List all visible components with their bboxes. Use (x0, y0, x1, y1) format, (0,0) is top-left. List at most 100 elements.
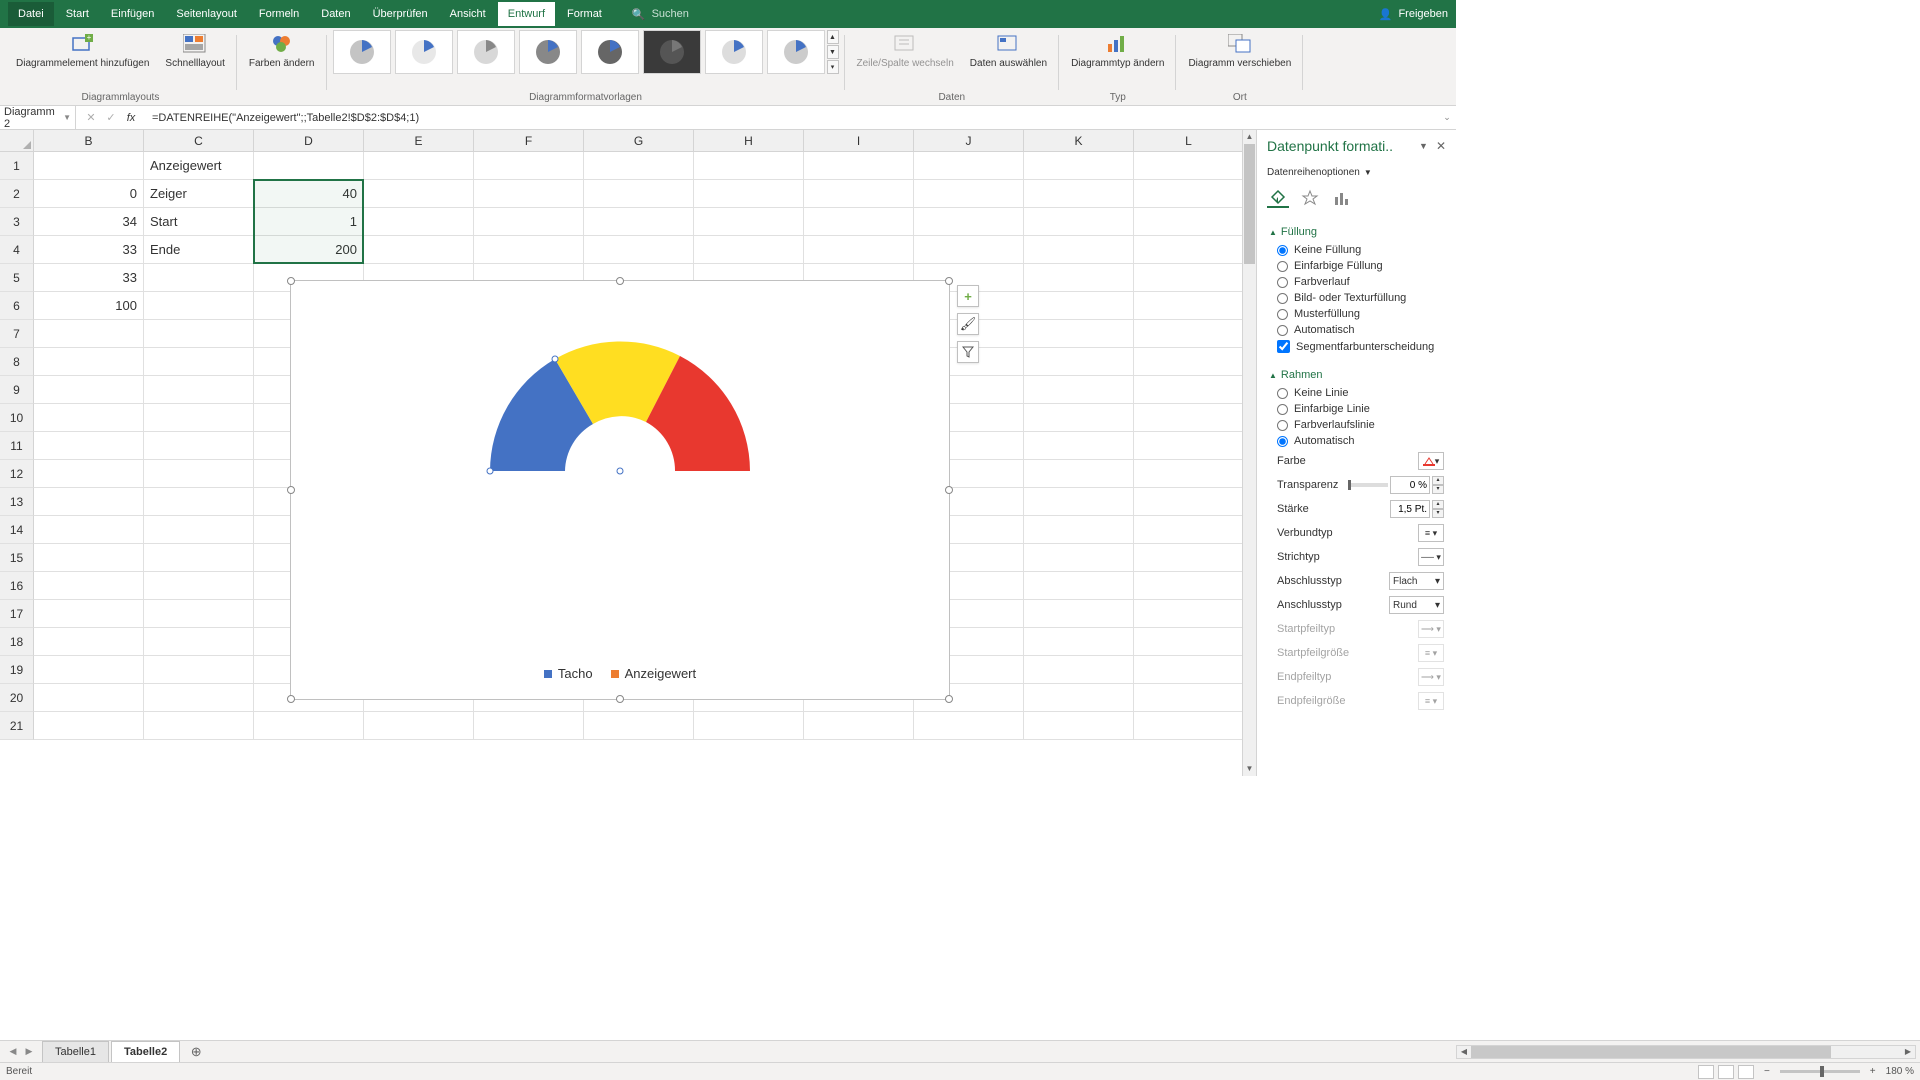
cell[interactable] (694, 236, 804, 264)
change-chart-type-button[interactable]: Diagrammtyp ändern (1065, 30, 1170, 72)
cell[interactable] (1134, 348, 1244, 376)
cell[interactable] (1024, 208, 1134, 236)
cell[interactable] (1134, 180, 1244, 208)
scroll-down-button[interactable]: ▼ (1243, 762, 1256, 776)
row-header[interactable]: 21 (0, 712, 34, 740)
cancel-formula-button[interactable]: ✕ (82, 109, 100, 127)
cell[interactable] (144, 320, 254, 348)
cell[interactable] (144, 544, 254, 572)
compound-dropdown[interactable]: ≡ ▾ (1418, 524, 1444, 542)
cell[interactable] (34, 460, 144, 488)
spin-up[interactable]: ▴ (1432, 500, 1444, 509)
column-header[interactable]: B (34, 130, 144, 152)
cell[interactable]: 40 (254, 180, 364, 208)
cell[interactable] (1024, 628, 1134, 656)
select-data-button[interactable]: Daten auswählen (964, 30, 1053, 72)
legend-item-tacho[interactable]: Tacho (544, 666, 593, 681)
scroll-up-button[interactable]: ▲ (1243, 130, 1256, 144)
resize-handle[interactable] (616, 695, 624, 703)
cell[interactable] (1024, 348, 1134, 376)
vary-colors-check[interactable]: Segmentfarbunterscheidung (1269, 338, 1444, 355)
cell[interactable] (1134, 236, 1244, 264)
cell[interactable] (34, 152, 144, 180)
column-header[interactable]: I (804, 130, 914, 152)
gallery-up-button[interactable]: ▲ (827, 30, 839, 44)
border-gradient-radio[interactable]: Farbverlaufslinie (1269, 417, 1444, 433)
cell[interactable] (474, 180, 584, 208)
cell[interactable] (584, 236, 694, 264)
cell[interactable] (1134, 656, 1244, 684)
cell[interactable] (144, 432, 254, 460)
pane-options-label[interactable]: Datenreihenoptionen (1267, 167, 1360, 178)
border-auto-radio[interactable]: Automatisch (1269, 433, 1444, 449)
cell[interactable] (694, 180, 804, 208)
row-header[interactable]: 10 (0, 404, 34, 432)
formula-input[interactable]: =DATENREIHE("Anzeigewert";;Tabelle2!$D$2… (146, 112, 1438, 124)
cell[interactable] (144, 264, 254, 292)
compound-field[interactable]: Verbundtyp ≡ ▾ (1269, 521, 1444, 545)
cell[interactable] (584, 208, 694, 236)
row-header[interactable]: 6 (0, 292, 34, 320)
cell[interactable] (254, 152, 364, 180)
cell[interactable] (1024, 572, 1134, 600)
scroll-thumb[interactable] (1244, 144, 1255, 264)
cell[interactable] (1024, 684, 1134, 712)
cell[interactable] (1134, 376, 1244, 404)
cell[interactable]: 100 (34, 292, 144, 320)
share-button[interactable]: 👤 Freigeben (1379, 8, 1448, 21)
tab-ueberpruefen[interactable]: Überprüfen (363, 2, 438, 26)
cell[interactable] (144, 404, 254, 432)
resize-handle[interactable] (287, 695, 295, 703)
vertical-scrollbar[interactable]: ▲ ▼ (1242, 130, 1256, 776)
cell[interactable] (584, 180, 694, 208)
cell[interactable] (364, 208, 474, 236)
cell[interactable] (1134, 572, 1244, 600)
column-header[interactable]: J (914, 130, 1024, 152)
sheet-nav-next[interactable]: ▶ (22, 1046, 36, 1057)
cell[interactable] (1134, 516, 1244, 544)
width-input[interactable] (1390, 500, 1430, 518)
column-header[interactable]: F (474, 130, 584, 152)
cell[interactable] (364, 236, 474, 264)
cell[interactable] (34, 320, 144, 348)
column-header[interactable]: G (584, 130, 694, 152)
row-header[interactable]: 17 (0, 600, 34, 628)
cap-field[interactable]: Abschlusstyp Flach▾ (1269, 569, 1444, 593)
row-header[interactable]: 14 (0, 516, 34, 544)
normal-view-button[interactable] (1698, 1065, 1714, 1079)
data-point-handle[interactable] (617, 468, 623, 474)
pane-close-button[interactable]: ✕ (1436, 139, 1446, 153)
tab-format[interactable]: Format (557, 2, 612, 26)
cell[interactable] (1024, 320, 1134, 348)
cell[interactable] (144, 292, 254, 320)
cell[interactable] (254, 712, 364, 740)
row-header[interactable]: 5 (0, 264, 34, 292)
spin-down[interactable]: ▾ (1432, 509, 1444, 518)
column-header[interactable]: E (364, 130, 474, 152)
cell[interactable] (1134, 152, 1244, 180)
cell[interactable] (584, 152, 694, 180)
cell[interactable] (1024, 292, 1134, 320)
chart-style-4[interactable] (519, 30, 577, 74)
border-solid-radio[interactable]: Einfarbige Linie (1269, 401, 1444, 417)
cell[interactable] (34, 600, 144, 628)
move-chart-button[interactable]: Diagramm verschieben (1182, 30, 1297, 72)
tab-ansicht[interactable]: Ansicht (440, 2, 496, 26)
sheet-nav-prev[interactable]: ◀ (6, 1046, 20, 1057)
row-header[interactable]: 12 (0, 460, 34, 488)
cell[interactable]: 1 (254, 208, 364, 236)
tab-daten[interactable]: Daten (311, 2, 360, 26)
cell[interactable] (474, 236, 584, 264)
cell[interactable] (1134, 292, 1244, 320)
change-colors-button[interactable]: Farben ändern (243, 30, 321, 72)
cell[interactable] (1134, 264, 1244, 292)
cell[interactable] (144, 516, 254, 544)
chart-style-7[interactable] (705, 30, 763, 74)
row-header[interactable]: 9 (0, 376, 34, 404)
cell[interactable] (34, 656, 144, 684)
cell[interactable] (1134, 404, 1244, 432)
row-header[interactable]: 20 (0, 684, 34, 712)
chart-style-6[interactable] (643, 30, 701, 74)
cell[interactable] (1134, 488, 1244, 516)
cell[interactable] (34, 404, 144, 432)
